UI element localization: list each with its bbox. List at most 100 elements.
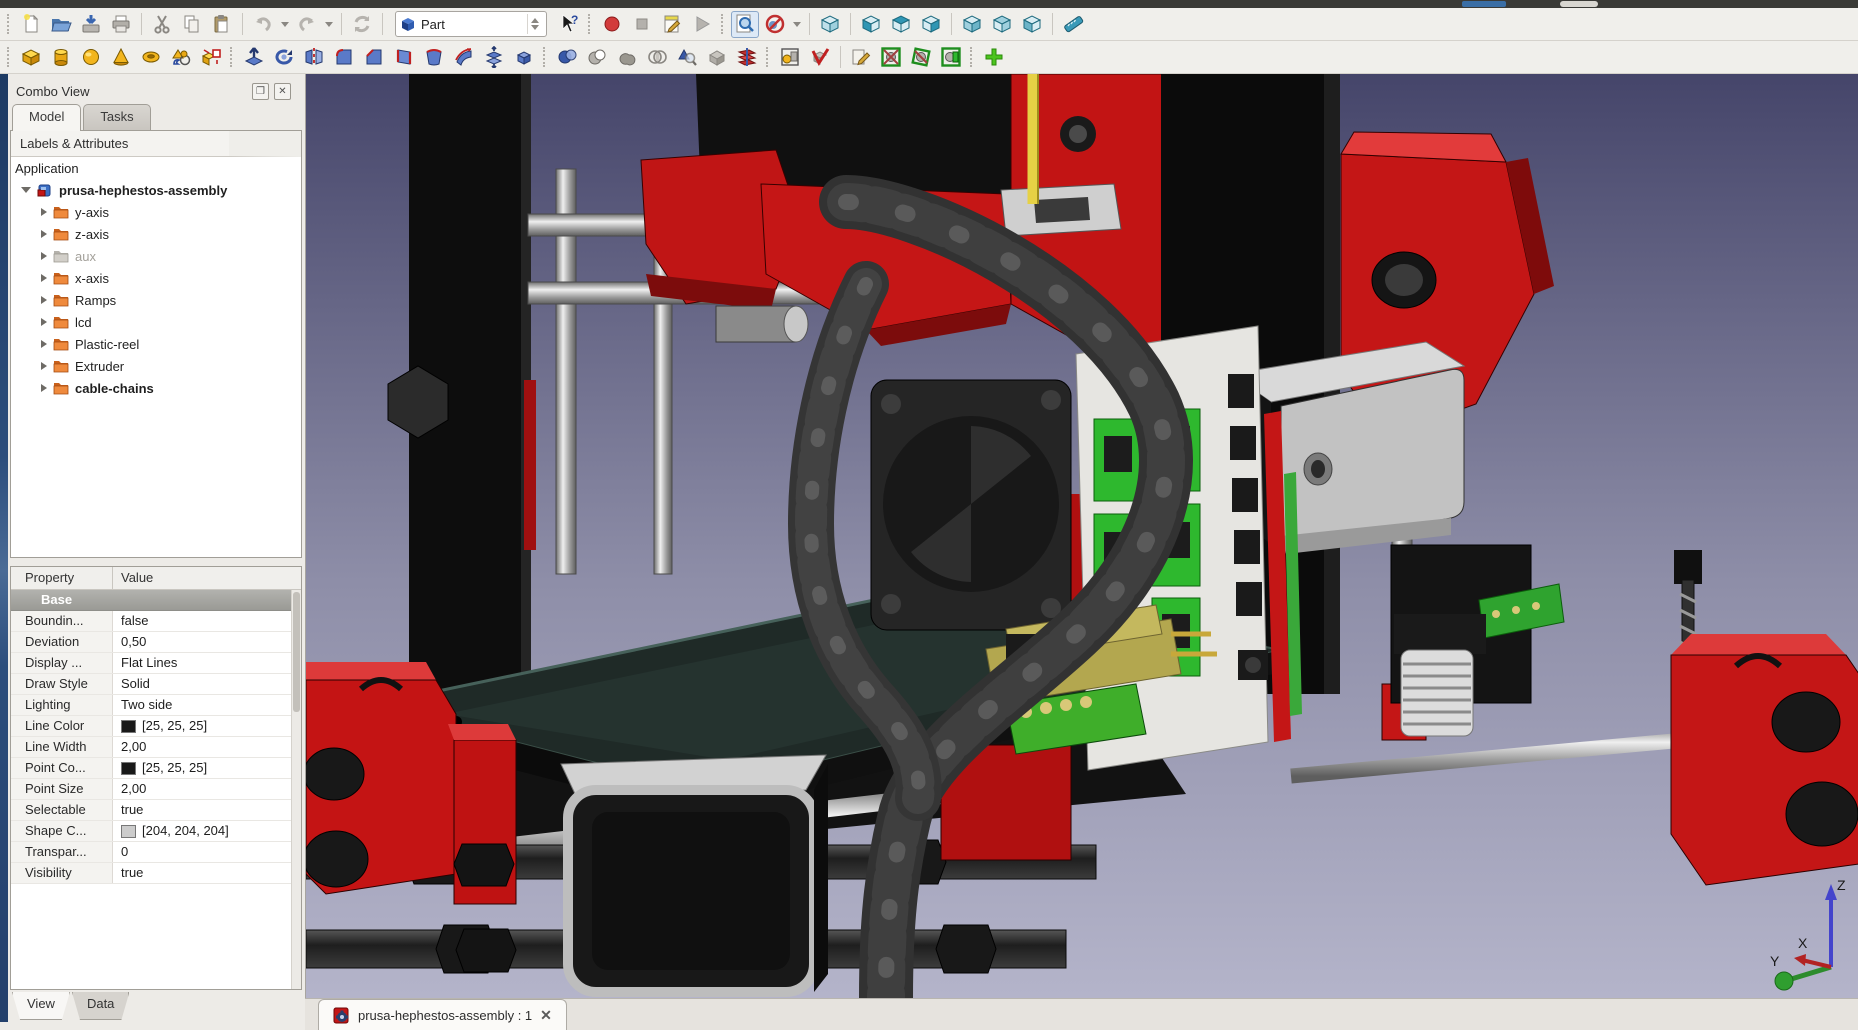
part-sweep-icon[interactable]	[450, 44, 478, 71]
part-embed-icon[interactable]	[907, 44, 935, 71]
document-tab-close-icon[interactable]: ✕	[540, 1007, 552, 1024]
toolbar-grip[interactable]	[7, 47, 12, 67]
part-intersection-icon[interactable]	[643, 44, 671, 71]
property-row-bounding-box[interactable]: Boundin...false	[11, 611, 301, 632]
tree-item-lcd[interactable]: lcd	[11, 311, 301, 333]
part-connect-icon[interactable]	[877, 44, 905, 71]
property-row-line-color[interactable]: Line Color[25, 25, 25]	[11, 716, 301, 737]
property-row-selectable[interactable]: Selectabletrue	[11, 800, 301, 821]
property-row-transparency[interactable]: Transpar...0	[11, 842, 301, 863]
tree-item-plastic-reel[interactable]: Plastic-reel	[11, 333, 301, 355]
tree-item-y-axis[interactable]: y-axis	[11, 201, 301, 223]
panel-close-icon[interactable]: ✕	[274, 83, 291, 100]
part-fillet-icon[interactable]	[330, 44, 358, 71]
view-right-icon[interactable]	[917, 11, 945, 38]
property-row-lighting[interactable]: LightingTwo side	[11, 695, 301, 716]
part-primitives-icon[interactable]	[167, 44, 195, 71]
property-column-header[interactable]: Property	[11, 567, 113, 589]
cut-icon[interactable]	[148, 11, 176, 38]
macro-play-icon[interactable]	[688, 11, 716, 38]
expander-closed-icon[interactable]	[41, 208, 47, 216]
measure-icon[interactable]	[1059, 11, 1087, 38]
property-group-base[interactable]: Base	[11, 590, 301, 611]
refresh-icon[interactable]	[348, 11, 376, 38]
tree-item-aux[interactable]: aux	[11, 245, 301, 267]
toolbar-grip[interactable]	[970, 47, 975, 67]
property-row-shape-color[interactable]: Shape C...[204, 204, 204]	[11, 821, 301, 842]
tree-item-z-axis[interactable]: z-axis	[11, 223, 301, 245]
draw-style-icon[interactable]	[761, 11, 789, 38]
part-check-geometry-icon[interactable]	[673, 44, 701, 71]
expander-closed-icon[interactable]	[41, 362, 47, 370]
expander-closed-icon[interactable]	[41, 230, 47, 238]
part-thickness-icon[interactable]	[510, 44, 538, 71]
tab-view[interactable]: View	[12, 992, 70, 1020]
part-boolean-icon[interactable]	[553, 44, 581, 71]
tree-item-x-axis[interactable]: x-axis	[11, 267, 301, 289]
part-join-icon[interactable]	[980, 44, 1008, 71]
copy-icon[interactable]	[178, 11, 206, 38]
expander-closed-icon[interactable]	[41, 274, 47, 282]
open-folder-icon[interactable]	[47, 11, 75, 38]
expander-closed-icon[interactable]	[41, 252, 47, 260]
property-row-deviation[interactable]: Deviation0,50	[11, 632, 301, 653]
fit-all-icon[interactable]	[731, 11, 759, 38]
view-left-icon[interactable]	[1018, 11, 1046, 38]
view-rear-icon[interactable]	[958, 11, 986, 38]
value-column-header[interactable]: Value	[113, 567, 301, 589]
draw-style-dropdown-caret[interactable]	[793, 22, 801, 27]
part-extrude-icon[interactable]	[240, 44, 268, 71]
macro-edit-icon[interactable]	[658, 11, 686, 38]
print-icon[interactable]	[107, 11, 135, 38]
expander-closed-icon[interactable]	[41, 318, 47, 326]
expander-open-icon[interactable]	[21, 187, 31, 193]
tree-item-cable-chains[interactable]: cable-chains	[11, 377, 301, 399]
part-cross-sections-icon[interactable]	[733, 44, 761, 71]
redo-dropdown-caret[interactable]	[325, 22, 333, 27]
property-row-visibility[interactable]: Visibilitytrue	[11, 863, 301, 884]
panel-float-icon[interactable]: ❐	[252, 83, 269, 100]
property-row-display-mode[interactable]: Display ...Flat Lines	[11, 653, 301, 674]
tree-column-header[interactable]: Labels & Attributes	[11, 131, 301, 157]
redo-icon[interactable]	[293, 11, 321, 38]
property-row-point-color[interactable]: Point Co...[25, 25, 25]	[11, 758, 301, 779]
expander-closed-icon[interactable]	[41, 340, 47, 348]
part-compound-icon[interactable]	[776, 44, 804, 71]
property-row-draw-style[interactable]: Draw StyleSolid	[11, 674, 301, 695]
tab-model[interactable]: Model	[12, 104, 81, 131]
view-bottom-icon[interactable]	[988, 11, 1016, 38]
part-ruled-surface-icon[interactable]	[390, 44, 418, 71]
part-torus-icon[interactable]	[137, 44, 165, 71]
view-isometric-icon[interactable]	[816, 11, 844, 38]
part-mirror-icon[interactable]	[300, 44, 328, 71]
part-cutout-icon[interactable]	[937, 44, 965, 71]
view-top-icon[interactable]	[887, 11, 915, 38]
tree-document-row[interactable]: prusa-hephestos-assembly	[11, 179, 301, 201]
toolbar-grip[interactable]	[230, 47, 235, 67]
tree-root-application[interactable]: Application	[11, 157, 301, 179]
tab-data[interactable]: Data	[72, 992, 129, 1020]
macro-stop-icon[interactable]	[628, 11, 656, 38]
part-union-icon[interactable]	[613, 44, 641, 71]
part-revolve-icon[interactable]	[270, 44, 298, 71]
save-icon[interactable]	[77, 11, 105, 38]
property-row-point-size[interactable]: Point Size2,00	[11, 779, 301, 800]
expander-closed-icon[interactable]	[41, 384, 47, 392]
toolbar-grip[interactable]	[766, 47, 771, 67]
paste-icon[interactable]	[208, 11, 236, 38]
part-sphere-icon[interactable]	[77, 44, 105, 71]
part-defeaturing-icon[interactable]	[703, 44, 731, 71]
viewport-3d[interactable]: Z Y X	[305, 74, 1858, 998]
part-compound-filter-icon[interactable]	[806, 44, 834, 71]
toolbar-grip[interactable]	[543, 47, 548, 67]
tree-item-ramps[interactable]: Ramps	[11, 289, 301, 311]
expander-closed-icon[interactable]	[41, 296, 47, 304]
tab-tasks[interactable]: Tasks	[83, 104, 150, 131]
workbench-selector[interactable]: Part	[395, 11, 547, 37]
part-loft-icon[interactable]	[420, 44, 448, 71]
part-box-icon[interactable]	[17, 44, 45, 71]
workbench-selector-spin[interactable]	[527, 14, 542, 34]
part-offset-icon[interactable]	[480, 44, 508, 71]
toolbar-grip[interactable]	[588, 14, 593, 34]
part-cut-icon[interactable]	[583, 44, 611, 71]
